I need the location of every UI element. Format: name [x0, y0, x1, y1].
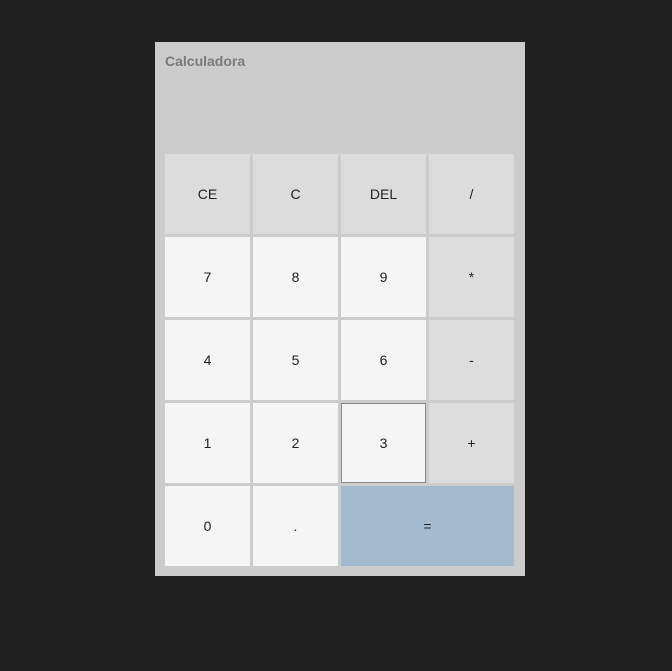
digit-9-button[interactable]: 9	[341, 237, 426, 317]
calculator-window: Calculadora CE C DEL / 7 8 9 * 4 5 6 - 1…	[155, 42, 525, 576]
subtract-button[interactable]: -	[429, 320, 514, 400]
digit-7-button[interactable]: 7	[165, 237, 250, 317]
digit-2-button[interactable]: 2	[253, 403, 338, 483]
clear-button[interactable]: C	[253, 154, 338, 234]
clear-entry-button[interactable]: CE	[165, 154, 250, 234]
digit-5-button[interactable]: 5	[253, 320, 338, 400]
digit-0-button[interactable]: 0	[165, 486, 250, 566]
digit-6-button[interactable]: 6	[341, 320, 426, 400]
digit-1-button[interactable]: 1	[165, 403, 250, 483]
equals-button[interactable]: =	[341, 486, 514, 566]
multiply-button[interactable]: *	[429, 237, 514, 317]
delete-button[interactable]: DEL	[341, 154, 426, 234]
digit-8-button[interactable]: 8	[253, 237, 338, 317]
divide-button[interactable]: /	[429, 154, 514, 234]
keypad: CE C DEL / 7 8 9 * 4 5 6 - 1 2 3 + 0 . =	[165, 154, 515, 566]
app-title: Calculadora	[165, 53, 246, 69]
add-button[interactable]: +	[429, 403, 514, 483]
calculator-display	[165, 78, 515, 152]
digit-3-button[interactable]: 3	[341, 403, 426, 483]
decimal-button[interactable]: .	[253, 486, 338, 566]
digit-4-button[interactable]: 4	[165, 320, 250, 400]
